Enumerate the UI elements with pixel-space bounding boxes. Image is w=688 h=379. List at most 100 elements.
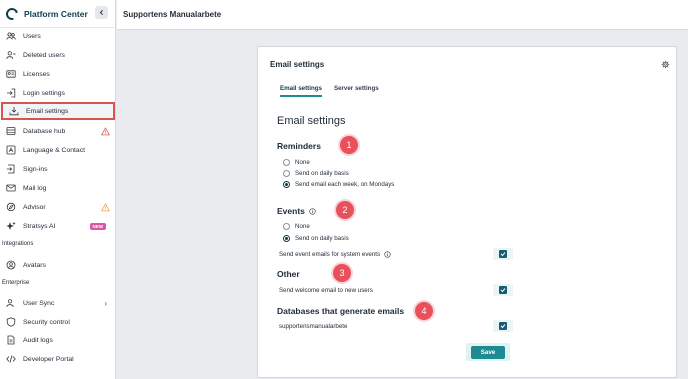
users-icon [5, 31, 16, 42]
sparkle-icon [5, 221, 16, 232]
sign-in-icon [5, 164, 16, 175]
sidebar-item-label: Licenses [23, 70, 50, 78]
save-button-container: Save [466, 343, 510, 361]
radio-label: None [295, 223, 310, 230]
collapse-sidebar-button[interactable] [95, 6, 108, 19]
sidebar-item-email-settings[interactable]: Email settings [1, 102, 115, 120]
header: Supportens Manualarbete [117, 0, 688, 30]
sidebar-item-language-contact[interactable]: Language & Contact [0, 141, 116, 159]
reminders-option-none[interactable]: None [283, 159, 310, 166]
sidebar-item-database-hub[interactable]: Database hub [0, 122, 116, 140]
radio-button[interactable] [283, 170, 290, 177]
radio-button[interactable] [283, 159, 290, 166]
download-tray-icon [8, 106, 19, 117]
sidebar-item-label: Users [23, 32, 41, 40]
email-settings-card: Email settings Email settings Server set… [257, 46, 677, 378]
radio-button-selected[interactable] [283, 235, 290, 242]
events-heading: Events [277, 206, 316, 216]
shield-icon [5, 317, 16, 328]
sidebar-item-avatars[interactable]: Avatars [0, 256, 116, 274]
tab-server-settings[interactable]: Server settings [334, 85, 379, 97]
step-marker: 1 [340, 136, 358, 154]
sidebar-item-label: Login settings [23, 89, 65, 97]
sidebar: Platform Center Users Deleted users Lice… [0, 0, 116, 379]
sidebar-item-stratsys-ai[interactable]: Stratsys AI NEW [0, 217, 116, 235]
sidebar-item-licenses[interactable]: Licenses [0, 65, 116, 83]
radio-label: Send on daily basis [295, 170, 349, 177]
sidebar-item-login-settings[interactable]: Login settings [0, 84, 116, 102]
sidebar-item-developer-portal[interactable]: Developer Portal [0, 350, 116, 368]
welcome-email-row: Send welcome email to new users [279, 284, 513, 296]
section-label-integrations: Integrations [2, 241, 34, 247]
welcome-email-label: Send welcome email to new users [279, 286, 373, 294]
sidebar-item-sign-ins[interactable]: Sign-ins [0, 160, 116, 178]
advisor-icon [5, 202, 16, 213]
system-events-checkbox[interactable] [493, 248, 513, 260]
save-button[interactable]: Save [471, 345, 505, 359]
code-icon [5, 354, 16, 365]
tab-email-settings[interactable]: Email settings [280, 85, 322, 97]
databases-heading: Databases that generate emails [277, 306, 405, 316]
events-title: Events [277, 206, 305, 216]
user-minus-icon [5, 50, 16, 61]
sidebar-item-deleted-users[interactable]: Deleted users [0, 46, 116, 64]
sidebar-item-label: Developer Portal [23, 355, 74, 363]
step-marker: 4 [415, 302, 433, 320]
welcome-email-checkbox[interactable] [493, 284, 513, 296]
checkbox-checked [499, 250, 507, 258]
sidebar-item-audit-logs[interactable]: Audit logs [0, 331, 116, 349]
radio-button[interactable] [283, 223, 290, 230]
radio-label: Send on daily basis [295, 235, 349, 242]
database-checkbox[interactable] [493, 320, 513, 332]
radio-label: Send email each week, on Mondays [295, 181, 395, 188]
license-icon [5, 69, 16, 80]
events-option-daily[interactable]: Send on daily basis [283, 235, 349, 242]
section-label-enterprise: Enterprise [2, 280, 30, 286]
database-icon [5, 126, 16, 137]
sidebar-item-label: Avatars [23, 261, 46, 269]
database-row: supportensmanualarbete [279, 320, 513, 332]
reminders-heading: Reminders [277, 141, 321, 151]
page-title: Supportens Manualarbete [123, 10, 222, 19]
sidebar-item-label: Email settings [26, 107, 69, 115]
sidebar-item-label: Advisor [23, 203, 46, 211]
tab-bar: Email settings Server settings [280, 85, 391, 97]
step-marker: 3 [333, 264, 351, 282]
sidebar-item-label: Sign-ins [23, 165, 48, 173]
chevron-left-icon [99, 10, 103, 15]
sidebar-item-label: Database hub [23, 127, 66, 135]
step-marker: 2 [336, 201, 354, 219]
warning-icon [101, 126, 110, 135]
brand-name: Platform Center [24, 8, 88, 19]
gear-icon[interactable] [661, 60, 670, 69]
card-title: Email settings [270, 60, 325, 69]
language-icon [5, 145, 16, 156]
reminders-option-daily[interactable]: Send on daily basis [283, 170, 349, 177]
sidebar-item-label: Audit logs [23, 336, 53, 344]
sidebar-item-users[interactable]: Users [0, 27, 116, 45]
sidebar-item-mail-log[interactable]: Mail log [0, 179, 116, 197]
warning-icon [101, 202, 110, 211]
sidebar-item-label: Stratsys AI [23, 222, 56, 230]
sidebar-item-advisor[interactable]: Advisor [0, 198, 116, 216]
check-icon [500, 252, 506, 257]
chevron-right-icon: › [104, 298, 107, 308]
section-heading: Email settings [277, 115, 346, 127]
login-icon [5, 88, 16, 99]
sidebar-item-security-control[interactable]: Security control [0, 313, 116, 331]
stratsys-logo-icon [3, 5, 21, 22]
user-sync-icon [5, 298, 16, 309]
radio-button-selected[interactable] [283, 181, 290, 188]
checkbox-checked [499, 322, 507, 330]
avatar-icon [5, 260, 16, 271]
info-icon[interactable] [384, 250, 391, 258]
sidebar-item-label: Security control [23, 318, 70, 326]
events-option-none[interactable]: None [283, 223, 310, 230]
new-badge: NEW [89, 222, 106, 230]
mail-icon [5, 183, 16, 194]
document-icon [5, 335, 16, 346]
info-icon[interactable] [309, 207, 316, 215]
sidebar-item-label: User Sync [23, 299, 55, 307]
reminders-option-weekly[interactable]: Send email each week, on Mondays [283, 181, 394, 188]
sidebar-item-user-sync[interactable]: User Sync › [0, 294, 116, 312]
